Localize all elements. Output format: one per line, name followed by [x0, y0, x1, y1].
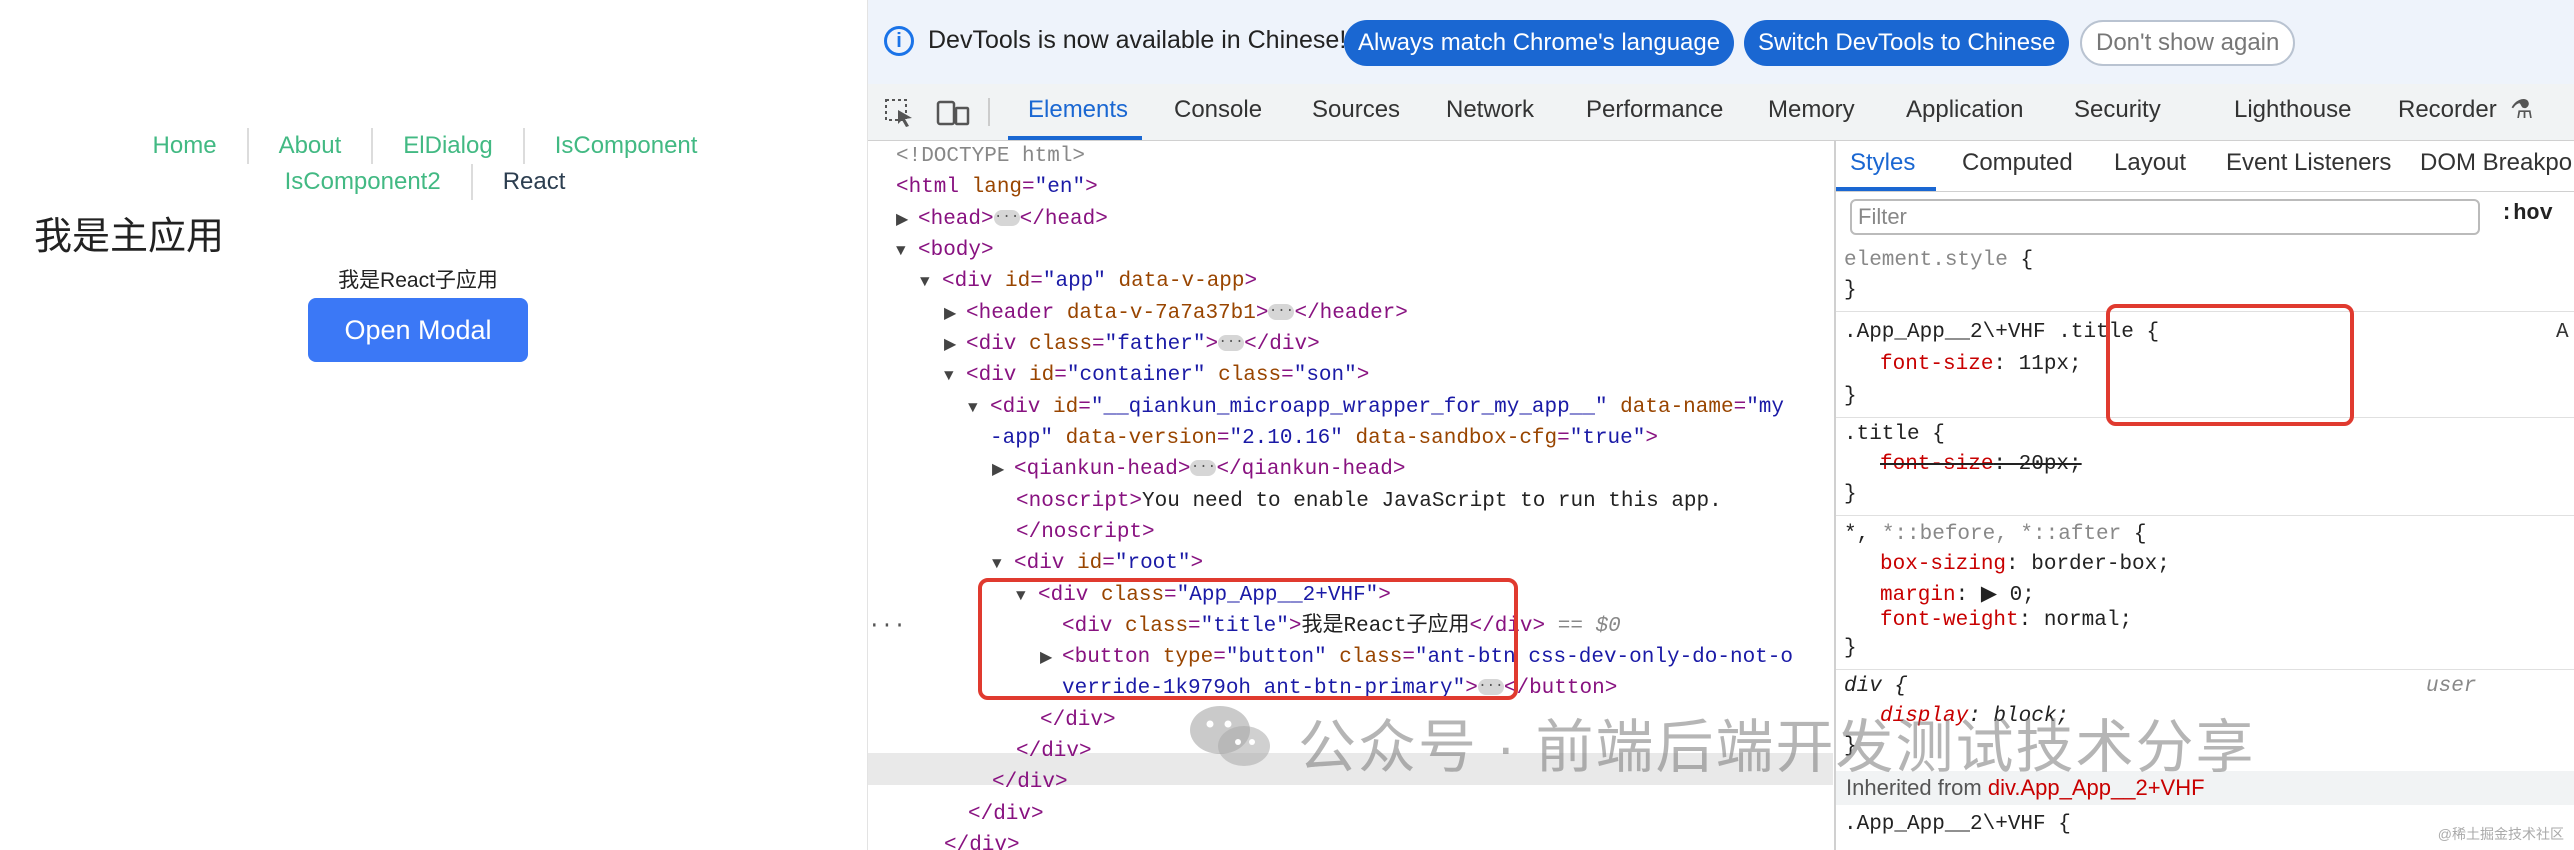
stab-computed[interactable]: Computed — [1962, 149, 2073, 177]
hov-toggle[interactable]: :hov — [2500, 201, 2553, 226]
inspect-icon[interactable] — [884, 98, 916, 128]
stab-styles[interactable]: Styles — [1850, 149, 1915, 177]
toolbar-divider — [988, 98, 990, 126]
watermark-text: 公众号 · 前端后端开发测试技术分享 — [1298, 715, 2256, 780]
dom-qiankun-wrapper-cont: -app" data-version="2.10.16" data-sandbo… — [990, 427, 1658, 450]
nav-iscomponent2[interactable]: IsComponent2 — [255, 164, 473, 200]
nav-about[interactable]: About — [249, 128, 374, 164]
tab-network[interactable]: Network — [1446, 96, 1534, 124]
rule-app-title-prop[interactable]: font-size: 11px; — [1880, 353, 2082, 376]
rule-div-ua[interactable]: div { — [1844, 675, 1907, 698]
dom-head[interactable]: ▶ <head>···</head> — [896, 204, 1108, 236]
nav-bar: Home About ElDialog IsComponent IsComponent… — [110, 128, 740, 200]
tab-application[interactable]: Application — [1906, 96, 2023, 124]
dom-header[interactable]: ▶ <header data-v-7a7a37b1>···</header> — [944, 298, 1408, 330]
stab-dom-breakpoints[interactable]: DOM Breakpo — [2420, 149, 2572, 177]
info-icon: i — [884, 26, 914, 56]
ua-label: user — [2426, 675, 2477, 698]
rule-separator — [1836, 669, 2574, 670]
dom-doctype[interactable]: <!DOCTYPE html> — [896, 141, 1085, 172]
rule-title-prop[interactable]: font-size: 20px; — [1880, 453, 2082, 476]
flask-icon: ⚗ — [2510, 94, 2534, 124]
language-infobar: i DevTools is now available in Chinese! … — [868, 0, 2574, 84]
rule-source-link[interactable]: A — [2556, 321, 2569, 344]
switch-chinese-button[interactable]: Switch DevTools to Chinese — [1744, 20, 2070, 66]
dom-body[interactable]: ▼ <body> — [896, 235, 994, 267]
corner-watermark: @稀土掘金技术社区 — [2437, 826, 2564, 842]
nav-react[interactable]: React — [473, 164, 596, 200]
rule-universal-prop2[interactable]: margin: ▶ 0; — [1880, 581, 2035, 607]
dom-div-root[interactable]: ▼ <div id="root"> — [992, 548, 1203, 580]
active-tab-indicator — [1008, 136, 1142, 140]
styles-tab-indicator — [1836, 187, 1936, 191]
devtools-tabbar: Elements Console Sources Network Perform… — [868, 84, 2574, 141]
react-title: 我是React子应用 — [338, 269, 498, 292]
tab-memory[interactable]: Memory — [1768, 96, 1855, 124]
dom-highlight-box — [978, 578, 1518, 700]
tab-lighthouse[interactable]: Lighthouse — [2234, 96, 2351, 124]
rule-universal-close: } — [1844, 637, 1857, 660]
dom-div-father[interactable]: ▶ <div class="father">···</div> — [944, 329, 1320, 361]
dom-div-container[interactable]: ▼ <div id="container" class="son"> — [944, 360, 1369, 392]
device-toggle-icon[interactable] — [936, 98, 970, 128]
tab-console[interactable]: Console — [1174, 96, 1262, 124]
wechat-icon — [1186, 700, 1276, 770]
dom-close-div-1: </div> — [1040, 709, 1116, 732]
dont-show-button[interactable]: Don't show again — [2080, 20, 2296, 66]
tab-performance[interactable]: Performance — [1586, 96, 1723, 124]
rule-app-title-close: } — [1844, 385, 1857, 408]
tab-sources[interactable]: Sources — [1312, 96, 1400, 124]
nav-eldialog[interactable]: ElDialog — [373, 128, 525, 164]
infobar-text: DevTools is now available in Chinese! — [928, 26, 1347, 54]
dom-close-div-5: </div> — [944, 834, 1020, 850]
tab-elements[interactable]: Elements — [1028, 96, 1128, 124]
stab-layout[interactable]: Layout — [2114, 149, 2186, 177]
styles-highlight-box — [2106, 304, 2354, 426]
nav-iscomponent[interactable]: IsComponent — [525, 128, 728, 164]
rule-separator — [1836, 515, 2574, 516]
styles-filter-input[interactable]: Filter — [1850, 199, 2480, 235]
rule-universal-prop1[interactable]: box-sizing: border-box; — [1880, 553, 2170, 576]
open-modal-button[interactable]: Open Modal — [308, 298, 528, 362]
app-preview: Home About ElDialog IsComponent IsComponent… — [0, 0, 869, 850]
dom-div-app[interactable]: ▼ <div id="app" data-v-app> — [920, 266, 1257, 298]
rule-inherited[interactable]: .App_App__2\+VHF { — [1844, 813, 2071, 836]
dom-more-icon[interactable]: ··· — [868, 611, 906, 642]
tab-recorder[interactable]: Recorder — [2398, 96, 2497, 124]
dom-qiankun-wrapper[interactable]: ▼ <div id="__qiankun_microapp_wrapper_for… — [968, 392, 1784, 424]
rule-element-style: element.style { — [1844, 249, 2034, 272]
rule-title-close: } — [1844, 483, 1857, 506]
rule-element-style-close: } — [1844, 279, 1857, 302]
styles-tabbar: Styles Computed Layout Event Listeners D… — [1836, 141, 2574, 192]
dom-qiankun-head[interactable]: ▶ <qiankun-head>···</qiankun-head> — [992, 454, 1405, 486]
match-language-button[interactable]: Always match Chrome's language — [1344, 20, 1735, 66]
dom-close-div-4: </div> — [968, 803, 1044, 826]
tab-security[interactable]: Security — [2074, 96, 2161, 124]
stab-event-listeners[interactable]: Event Listeners — [2226, 149, 2391, 177]
dom-html[interactable]: <html lang="en"> — [896, 172, 1098, 203]
rule-universal-prop3[interactable]: font-weight: normal; — [1880, 609, 2132, 632]
main-title: 我是主应用 — [34, 216, 225, 258]
dom-noscript-close: </noscript> — [1016, 521, 1155, 544]
nav-home[interactable]: Home — [123, 128, 249, 164]
dom-noscript[interactable]: <noscript>You need to enable JavaScript … — [1016, 486, 1722, 517]
dom-close-div-3: </div> — [992, 771, 1068, 794]
rule-title[interactable]: .title { — [1844, 423, 1945, 446]
rule-universal[interactable]: *, *::before, *::after { — [1844, 523, 2146, 546]
dom-close-div-2: </div> — [1016, 740, 1092, 763]
